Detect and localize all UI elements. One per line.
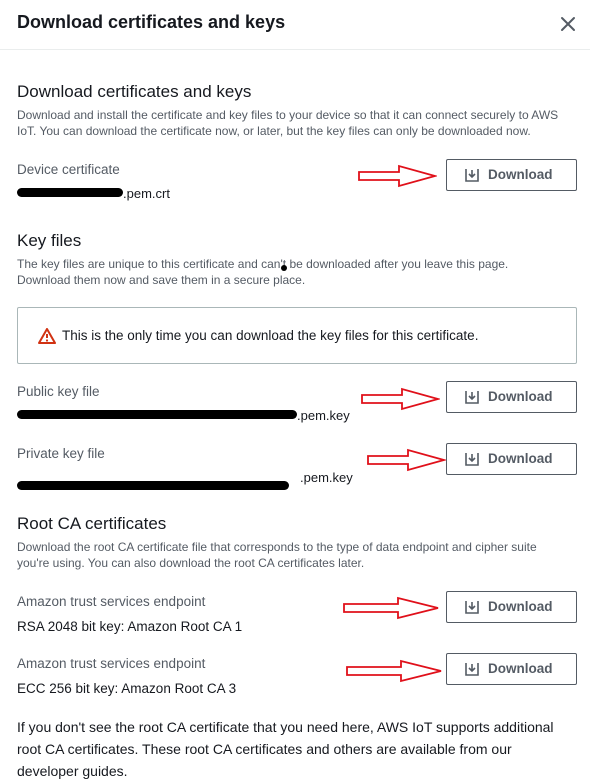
public-key-filename: .pem.key bbox=[297, 408, 350, 423]
device-certificate-filename: .pem.crt bbox=[123, 186, 170, 201]
download-root-ca-1-button[interactable]: Download bbox=[446, 591, 577, 623]
close-button[interactable] bbox=[556, 12, 580, 36]
download-icon bbox=[465, 601, 479, 614]
private-key-filename: .pem.key bbox=[300, 470, 353, 485]
download-icon bbox=[465, 663, 479, 676]
annotation-arrow-icon bbox=[367, 448, 446, 472]
download-button-label: Download bbox=[488, 451, 553, 466]
description-line: Download and install the certificate and… bbox=[17, 108, 559, 122]
annotation-arrow-icon bbox=[346, 659, 442, 683]
section-description-certificates: Download and install the certificate and… bbox=[17, 107, 558, 139]
section-heading-key-files: Key files bbox=[17, 231, 82, 250]
close-icon[interactable] bbox=[556, 12, 580, 36]
warning-alert: This is the only time you can download t… bbox=[17, 307, 577, 364]
download-button-label: Download bbox=[488, 167, 553, 182]
footer-note: If you don't see the root CA certificate… bbox=[17, 719, 554, 779]
section-heading-certificates: Download certificates and keys bbox=[17, 82, 252, 101]
root-ca-1-value: RSA 2048 bit key: Amazon Root CA 1 bbox=[17, 619, 243, 634]
section-heading-root-ca: Root CA certificates bbox=[17, 514, 167, 533]
download-root-ca-3-button[interactable]: Download bbox=[446, 653, 577, 685]
private-key-label: Private key file bbox=[17, 446, 105, 461]
root-ca-3-label: Amazon trust services endpoint bbox=[17, 656, 206, 671]
section-description-key-files: The key files are unique to this certifi… bbox=[17, 256, 508, 288]
download-button-label: Download bbox=[488, 661, 553, 676]
description-line: Download the root CA certificate file th… bbox=[17, 540, 537, 554]
download-button-label: Download bbox=[488, 389, 553, 404]
download-private-key-button[interactable]: Download bbox=[446, 443, 577, 475]
download-button-label: Download bbox=[488, 599, 553, 614]
public-key-label: Public key file bbox=[17, 384, 100, 399]
warning-icon bbox=[38, 328, 56, 344]
download-icon bbox=[465, 391, 479, 404]
description-line: The key files are unique to this certifi… bbox=[17, 257, 509, 271]
section-description-root-ca: Download the root CA certificate file th… bbox=[17, 539, 537, 571]
annotation-arrow-icon bbox=[358, 164, 437, 188]
download-icon bbox=[465, 169, 479, 182]
annotation-dot bbox=[281, 265, 287, 271]
download-device-certificate-button[interactable]: Download bbox=[446, 159, 577, 191]
description-line: Download them now and save them in a sec… bbox=[17, 273, 306, 287]
modal-header: Download certificates and keys bbox=[0, 0, 590, 50]
download-icon bbox=[465, 453, 479, 466]
redaction-mark bbox=[17, 410, 297, 419]
device-certificate-label: Device certificate bbox=[17, 162, 120, 177]
redaction-mark bbox=[17, 481, 289, 490]
description-line: IoT. You can download the certificate no… bbox=[17, 124, 531, 138]
redaction-mark bbox=[17, 188, 123, 197]
root-ca-3-value: ECC 256 bit key: Amazon Root CA 3 bbox=[17, 681, 237, 696]
description-line: you're using. You can also download the … bbox=[17, 556, 365, 570]
modal-title: Download certificates and keys bbox=[17, 12, 286, 32]
download-public-key-button[interactable]: Download bbox=[446, 381, 577, 413]
annotation-arrow-icon bbox=[361, 387, 440, 411]
root-ca-1-label: Amazon trust services endpoint bbox=[17, 594, 206, 609]
warning-text: This is the only time you can download t… bbox=[62, 328, 479, 343]
annotation-arrow-icon bbox=[343, 596, 439, 620]
